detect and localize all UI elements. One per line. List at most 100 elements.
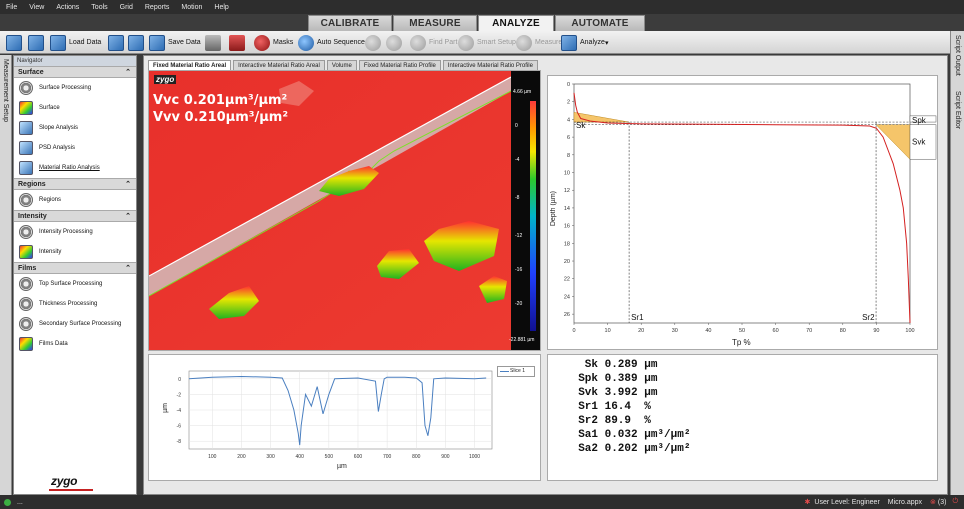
menu-tools[interactable]: Tools bbox=[91, 4, 107, 11]
nav-item-slope-analysis[interactable]: Slope Analysis bbox=[14, 118, 136, 138]
measurement-setup-sidetab[interactable]: Measurement Setup bbox=[0, 55, 12, 495]
masks-button[interactable]: Masks bbox=[254, 34, 293, 51]
nav-item-surface[interactable]: Surface bbox=[14, 98, 136, 118]
nav-item-thickness-processing[interactable]: Thickness Processing bbox=[14, 294, 136, 314]
result-label: Sk bbox=[584, 359, 598, 371]
script-editor-tab[interactable]: Script Editor bbox=[954, 91, 961, 129]
x-tick-label: 400 bbox=[296, 454, 305, 460]
nav-item-psd-analysis[interactable]: PSD Analysis bbox=[14, 138, 136, 158]
chevron-down-icon: ▾ bbox=[605, 39, 609, 47]
x-tick-label: 0 bbox=[572, 328, 575, 334]
x-tick-label: 60 bbox=[773, 328, 779, 334]
load-data-button[interactable]: Load Data bbox=[50, 34, 101, 51]
chevron-up-icon[interactable]: ⌃ bbox=[125, 179, 131, 191]
save-button[interactable] bbox=[108, 34, 124, 51]
nav-item-secondary-surface-processing[interactable]: Secondary Surface Processing bbox=[14, 314, 136, 334]
surface-3d-view[interactable]: zygo Vvc 0.201µm³/µm² Vvv 0.210µm³/µm² 4… bbox=[148, 70, 541, 351]
legend-swatch bbox=[500, 371, 509, 372]
result-sk: Sk 0.289 µm bbox=[548, 359, 658, 373]
gears-icon bbox=[19, 277, 33, 291]
nav-item-label: Films Data bbox=[39, 341, 68, 347]
analyze-button[interactable]: Analyze bbox=[561, 34, 605, 51]
app-file-label[interactable]: Micro.appx bbox=[888, 499, 922, 506]
smart-setup-button[interactable]: Smart Setup bbox=[458, 34, 516, 51]
section-regions[interactable]: Regions ⌃ bbox=[14, 178, 136, 190]
masks-icon bbox=[254, 34, 270, 51]
nav-item-regions[interactable]: Regions bbox=[14, 190, 136, 210]
alert-count[interactable]: (3) bbox=[938, 499, 947, 506]
menu-motion[interactable]: Motion bbox=[181, 4, 202, 11]
y-tick-label: 20 bbox=[564, 259, 570, 265]
section-intensity-label: Intensity bbox=[18, 213, 47, 220]
menu-file[interactable]: File bbox=[6, 4, 17, 11]
tools-button[interactable] bbox=[386, 34, 402, 51]
nav-item-material-ratio-analysis[interactable]: Material Ratio Analysis bbox=[14, 158, 136, 178]
nav-item-label: PSD Analysis bbox=[39, 145, 76, 151]
smart-setup-icon bbox=[458, 34, 474, 51]
colorbar-tick: -8 bbox=[515, 195, 520, 201]
lightbulb-button[interactable] bbox=[365, 34, 381, 51]
status-text: ... bbox=[17, 498, 23, 506]
surface-map-icon bbox=[19, 101, 33, 115]
chevron-up-icon[interactable]: ⌃ bbox=[125, 263, 131, 275]
colorbar-tick: -16 bbox=[515, 267, 523, 273]
y-tick-label: -8 bbox=[177, 439, 182, 445]
nav-item-top-surface-processing[interactable]: Top Surface Processing bbox=[14, 274, 136, 294]
section-films[interactable]: Films ⌃ bbox=[14, 262, 136, 274]
colorbar-tick: 0 bbox=[515, 123, 518, 129]
load-data-label: Load Data bbox=[69, 39, 102, 46]
menu-reports[interactable]: Reports bbox=[145, 4, 170, 11]
x-tick-label: 80 bbox=[840, 328, 846, 334]
report-button[interactable] bbox=[229, 34, 245, 51]
y-tick-label: -6 bbox=[177, 424, 182, 430]
gears-icon bbox=[19, 81, 33, 95]
nav-item-surface-processing[interactable]: Surface Processing bbox=[14, 78, 136, 98]
colorbar-tick: -12 bbox=[515, 233, 523, 239]
y-tick-label: 6 bbox=[567, 135, 570, 141]
measure-icon bbox=[516, 34, 532, 51]
menu-help[interactable]: Help bbox=[214, 4, 228, 11]
result-value: 0.289 µm bbox=[604, 359, 658, 371]
section-surface[interactable]: Surface ⌃ bbox=[14, 66, 136, 78]
save-icon bbox=[108, 34, 124, 51]
save-settings-button[interactable] bbox=[128, 34, 144, 51]
auto-sequence-button[interactable]: Auto Sequence bbox=[298, 34, 365, 51]
bearing-chart-panel[interactable]: 0 10 20 30 40 50 60 70 80 90 100 0 2 4 6 8 10 12 14 16 18 20 2… bbox=[547, 75, 938, 350]
section-surface-label: Surface bbox=[18, 69, 44, 76]
chevron-up-icon[interactable]: ⌃ bbox=[125, 67, 131, 79]
view-zygo-logo: zygo bbox=[154, 75, 177, 84]
legend-label: Slice 1 bbox=[510, 368, 526, 374]
section-intensity[interactable]: Intensity ⌃ bbox=[14, 210, 136, 222]
tab-measure[interactable]: MEASURE bbox=[393, 15, 477, 31]
nav-item-intensity-processing[interactable]: Intensity Processing bbox=[14, 222, 136, 242]
chevron-up-icon[interactable]: ⌃ bbox=[125, 211, 131, 223]
tab-calibrate[interactable]: CALIBRATE bbox=[308, 15, 392, 31]
menu-actions[interactable]: Actions bbox=[56, 4, 79, 11]
nav-item-intensity[interactable]: Intensity bbox=[14, 242, 136, 262]
profile-chart-panel[interactable]: 100 200 300 400 500 600 700 800 900 1000 0 -2 -4 -6 -8… bbox=[148, 354, 541, 481]
tab-automate[interactable]: AUTOMATE bbox=[555, 15, 645, 31]
find-part-button[interactable]: Find Part bbox=[410, 34, 457, 51]
save-data-button[interactable]: Save Data bbox=[149, 34, 201, 51]
new-button[interactable] bbox=[6, 34, 22, 51]
colorbar-gradient bbox=[530, 101, 536, 331]
menu-view[interactable]: View bbox=[29, 4, 44, 11]
measure-button[interactable]: Measure bbox=[516, 34, 562, 51]
script-output-tab[interactable]: Script Output bbox=[954, 35, 961, 76]
x-tick-label: 90 bbox=[873, 328, 879, 334]
user-level-label[interactable]: User Level: Engineer bbox=[814, 499, 879, 506]
tab-analyze[interactable]: ANALYZE bbox=[478, 15, 554, 31]
print-button[interactable] bbox=[205, 34, 221, 51]
results-panel: Sk 0.289 µm Spk 0.389 µm Svk 3.992 µm Sr… bbox=[547, 354, 938, 481]
bearing-chart: 0 10 20 30 40 50 60 70 80 90 100024681012141618202… bbox=[564, 82, 937, 334]
user-level-icon: ✱ bbox=[804, 499, 811, 506]
toolbar-overflow-button[interactable]: ▾ bbox=[605, 34, 609, 51]
y-tick-label: 10 bbox=[564, 171, 570, 177]
open-button[interactable] bbox=[28, 34, 44, 51]
result-value: 0.389 µm bbox=[604, 373, 658, 385]
menu-grid[interactable]: Grid bbox=[120, 4, 133, 11]
nav-item-films-data[interactable]: Films Data bbox=[14, 334, 136, 354]
power-icon[interactable]: ⏻ bbox=[952, 498, 958, 506]
analyze-label: Analyze bbox=[580, 39, 605, 46]
nav-item-label: Slope Analysis bbox=[39, 125, 79, 131]
